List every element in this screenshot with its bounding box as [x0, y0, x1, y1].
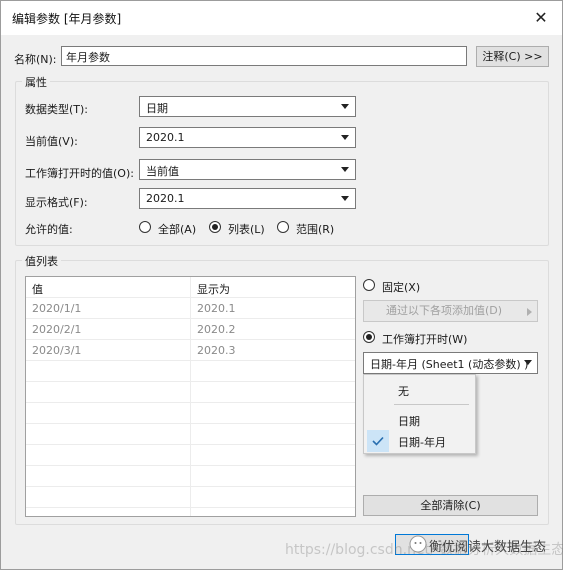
row-display: 2020.3: [197, 344, 236, 357]
menu-item-date[interactable]: 日期: [365, 409, 474, 431]
open-value-select[interactable]: 当前值: [139, 159, 356, 180]
checkmark-box: [367, 430, 389, 452]
chevron-right-icon: [527, 308, 532, 316]
radio-when-open[interactable]: [363, 331, 375, 343]
table-row[interactable]: 2020/2/1 2020.2: [26, 319, 355, 340]
open-value-value: 当前值: [146, 165, 179, 178]
properties-group-title: 属性: [22, 74, 50, 90]
table-row-empty[interactable]: [26, 487, 355, 508]
radio-list-label[interactable]: 列表(L): [228, 221, 265, 237]
current-value-select[interactable]: 2020.1: [139, 127, 356, 148]
menu-separator: [394, 404, 469, 405]
when-open-field-select[interactable]: 日期-年月 (Sheet1 (动态参数) ): [363, 352, 538, 374]
add-values-from-label: 通过以下各项添加值(D): [386, 304, 503, 317]
table-row-empty[interactable]: [26, 466, 355, 487]
table-row-empty[interactable]: [26, 382, 355, 403]
row-display: 2020.2: [197, 323, 236, 336]
menu-item-label: 无: [398, 385, 409, 398]
radio-list[interactable]: [209, 221, 221, 233]
value-list-table[interactable]: 值 显示为 2020/1/1 2020.1 2020/2/1 2020.2 20…: [25, 276, 356, 517]
menu-item-label: 日期: [398, 415, 420, 428]
chevron-down-icon: [341, 167, 349, 172]
radio-range[interactable]: [277, 221, 289, 233]
current-value-value: 2020.1: [146, 131, 185, 144]
menu-item-none[interactable]: 无: [365, 379, 474, 401]
value-list-group-title: 值列表: [22, 253, 61, 269]
table-header: 值 显示为: [26, 277, 355, 298]
title-bar: 编辑参数 [年月参数] ✕: [1, 1, 562, 35]
current-value-label: 当前值(V):: [25, 135, 78, 148]
field-dropdown-menu: 无 日期 日期-年月: [363, 374, 476, 454]
column-header-display: 显示为: [197, 283, 230, 296]
data-type-select[interactable]: 日期: [139, 96, 356, 117]
wechat-badge: 衡优阅读大数据生态: [409, 533, 549, 555]
close-icon[interactable]: ✕: [528, 5, 554, 31]
row-value: 2020/3/1: [32, 344, 82, 357]
data-type-value: 日期: [146, 102, 168, 115]
window-title: 编辑参数 [年月参数]: [12, 12, 122, 26]
radio-all[interactable]: [139, 221, 151, 233]
table-row-empty[interactable]: [26, 361, 355, 382]
menu-item-label: 日期-年月: [398, 436, 446, 449]
edit-parameter-dialog: 编辑参数 [年月参数] ✕ 名称(N): 年月参数 注释(C) >> 属性 数据…: [0, 0, 563, 570]
table-row[interactable]: 2020/3/1 2020.3: [26, 340, 355, 361]
radio-fixed[interactable]: [363, 279, 375, 291]
name-input[interactable]: 年月参数: [61, 46, 467, 66]
checkmark-icon: [372, 436, 384, 446]
chevron-down-icon: [341, 104, 349, 109]
comment-button[interactable]: 注释(C) >>: [476, 46, 549, 67]
name-label: 名称(N):: [14, 53, 57, 66]
wechat-caption: 衡优阅读大数据生态: [429, 540, 547, 555]
radio-range-label[interactable]: 范围(R): [296, 221, 334, 237]
row-value: 2020/1/1: [32, 302, 82, 315]
display-format-value: 2020.1: [146, 192, 185, 205]
table-row[interactable]: 2020/1/1 2020.1: [26, 298, 355, 319]
chevron-down-icon: [341, 135, 349, 140]
table-row-empty[interactable]: [26, 403, 355, 424]
table-row-empty[interactable]: [26, 445, 355, 466]
menu-item-date-yearmonth[interactable]: 日期-年月: [365, 430, 474, 452]
allowable-values-label: 允许的值:: [25, 223, 73, 236]
radio-fixed-label[interactable]: 固定(X): [382, 279, 420, 295]
chevron-down-icon: [524, 360, 532, 365]
clear-all-button[interactable]: 全部清除(C): [363, 495, 538, 516]
display-format-select[interactable]: 2020.1: [139, 188, 356, 209]
column-header-value: 值: [32, 283, 43, 296]
row-display: 2020.1: [197, 302, 236, 315]
row-value: 2020/2/1: [32, 323, 82, 336]
table-row-empty[interactable]: [26, 424, 355, 445]
radio-when-open-label[interactable]: 工作簿打开时(W): [382, 331, 467, 347]
open-value-label: 工作簿打开时的值(O):: [25, 167, 134, 180]
add-values-from-button[interactable]: 通过以下各项添加值(D): [363, 300, 538, 322]
radio-all-label[interactable]: 全部(A): [158, 221, 196, 237]
when-open-field-value: 日期-年月 (Sheet1 (动态参数) ): [370, 358, 529, 371]
chevron-down-icon: [341, 196, 349, 201]
data-type-label: 数据类型(T):: [25, 103, 89, 116]
display-format-label: 显示格式(F):: [25, 196, 88, 209]
wechat-icon: [409, 535, 427, 553]
